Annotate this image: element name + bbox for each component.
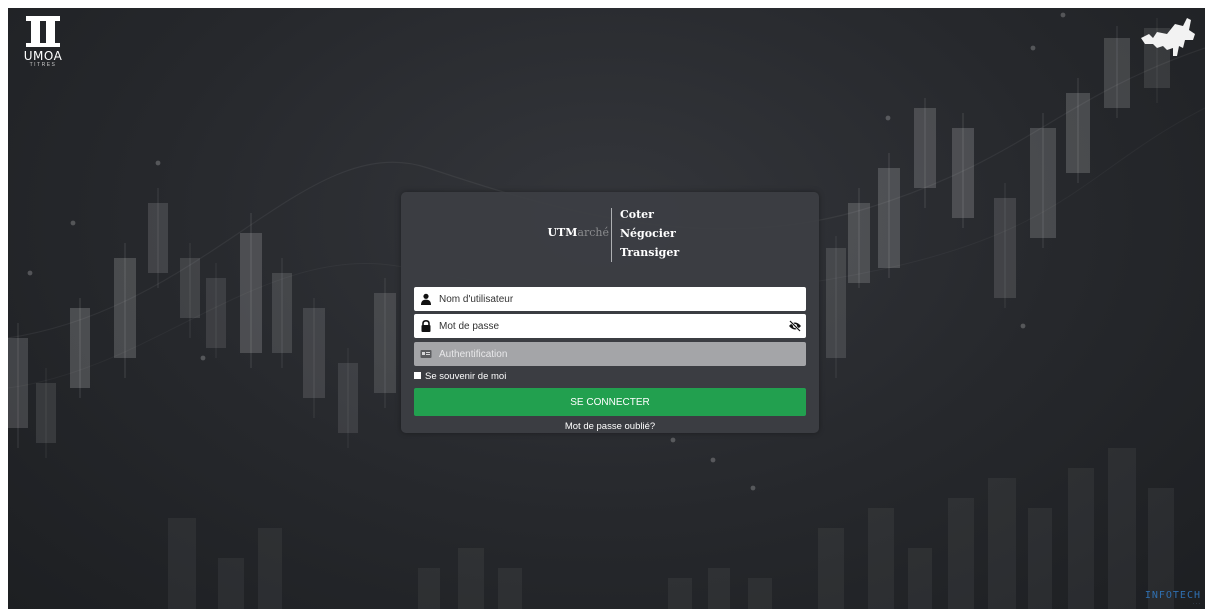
forgot-password-link[interactable]: Mot de passe oublié? [401, 421, 819, 432]
umoa-logo: UMOA TITRES [15, 16, 71, 80]
brand-suffix: arché [577, 226, 609, 239]
background-dot [27, 270, 33, 276]
volume-bar [1028, 508, 1052, 609]
logo-subtitle: TITRES [29, 62, 57, 68]
volume-bar [988, 478, 1016, 609]
tagline: Coter Négocier Transiger [620, 205, 679, 262]
volume-bar [708, 568, 730, 609]
remember-label: Se souvenir de moi [425, 371, 507, 382]
candle-body [848, 203, 870, 283]
background-dot [70, 220, 76, 226]
remember-me[interactable]: Se souvenir de moi [414, 371, 506, 383]
eye-slash-icon[interactable] [788, 320, 802, 332]
volume-bar [418, 568, 440, 609]
auth-input[interactable] [439, 342, 779, 366]
background-dot [885, 115, 891, 121]
candle-body [878, 168, 900, 268]
volume-bar [258, 528, 282, 609]
brand-divider [611, 208, 612, 262]
infotech-name: INFOTECH [1144, 590, 1201, 601]
remember-checkbox[interactable] [414, 371, 421, 379]
candle-body [994, 198, 1016, 298]
background-dot [1030, 45, 1036, 51]
volume-bar [458, 548, 484, 609]
tagline-line: Transiger [620, 246, 680, 259]
username-input[interactable] [439, 287, 779, 311]
tagline-line: Coter [620, 208, 654, 221]
candle-body [1030, 128, 1056, 238]
id-card-icon [420, 350, 432, 358]
volume-bar [748, 578, 772, 609]
candle-body [952, 128, 974, 218]
background-dot [1060, 12, 1066, 18]
login-card: UTMarché Coter Négocier Transiger Nom d'… [401, 192, 819, 433]
candle-body [1066, 93, 1090, 173]
volume-bar [1108, 448, 1136, 609]
candle-body [1104, 38, 1130, 108]
volume-bar [668, 578, 692, 609]
candle-body [303, 308, 325, 398]
login-button[interactable]: SE CONNECTER [414, 388, 806, 416]
user-icon [421, 293, 431, 305]
candle-body [148, 203, 168, 273]
candle-body [374, 293, 396, 393]
brand-prefix: UTM [547, 226, 578, 239]
background-dot [155, 160, 161, 166]
volume-bar [908, 548, 932, 609]
candle-body [70, 308, 90, 388]
background-dot [710, 457, 716, 463]
volume-bar [818, 528, 844, 609]
logo-name: UMOA [23, 49, 63, 63]
background-dot [670, 437, 676, 443]
candle-body [206, 278, 226, 348]
candle-body [826, 248, 846, 358]
background-dot [750, 485, 756, 491]
candle-body [240, 233, 262, 353]
utmarche-brand: UTMarché [547, 226, 609, 239]
lock-icon [421, 320, 431, 332]
volume-bar [868, 508, 894, 609]
volume-bar [948, 498, 974, 609]
map-icon [1141, 18, 1195, 56]
candle-body [8, 338, 28, 428]
candle-body [114, 258, 136, 358]
infotech-logo: INFOTECH ··· [1145, 590, 1201, 605]
volume-bar [498, 568, 522, 609]
background-dot [1020, 323, 1026, 329]
candle-body [338, 363, 358, 433]
volume-bar [1068, 468, 1094, 609]
candle-body [914, 108, 936, 188]
volume-bar [218, 558, 244, 609]
tagline-line: Négocier [620, 227, 676, 240]
umoa-logo-mark [26, 16, 60, 48]
candle-body [180, 258, 200, 318]
candle-body [36, 383, 56, 443]
auth-field[interactable] [414, 342, 806, 366]
username-field[interactable] [414, 287, 806, 311]
password-input[interactable] [439, 314, 779, 338]
background-dot [200, 355, 206, 361]
infotech-subtitle: ··· [1192, 601, 1201, 605]
card-header: UTMarché Coter Négocier Transiger [401, 204, 819, 262]
volume-bar [168, 518, 196, 609]
login-page: UMOA TITRES UTMarché Coter Négocier Tran… [8, 8, 1205, 609]
password-field[interactable] [414, 314, 806, 338]
candle-body [272, 273, 292, 353]
